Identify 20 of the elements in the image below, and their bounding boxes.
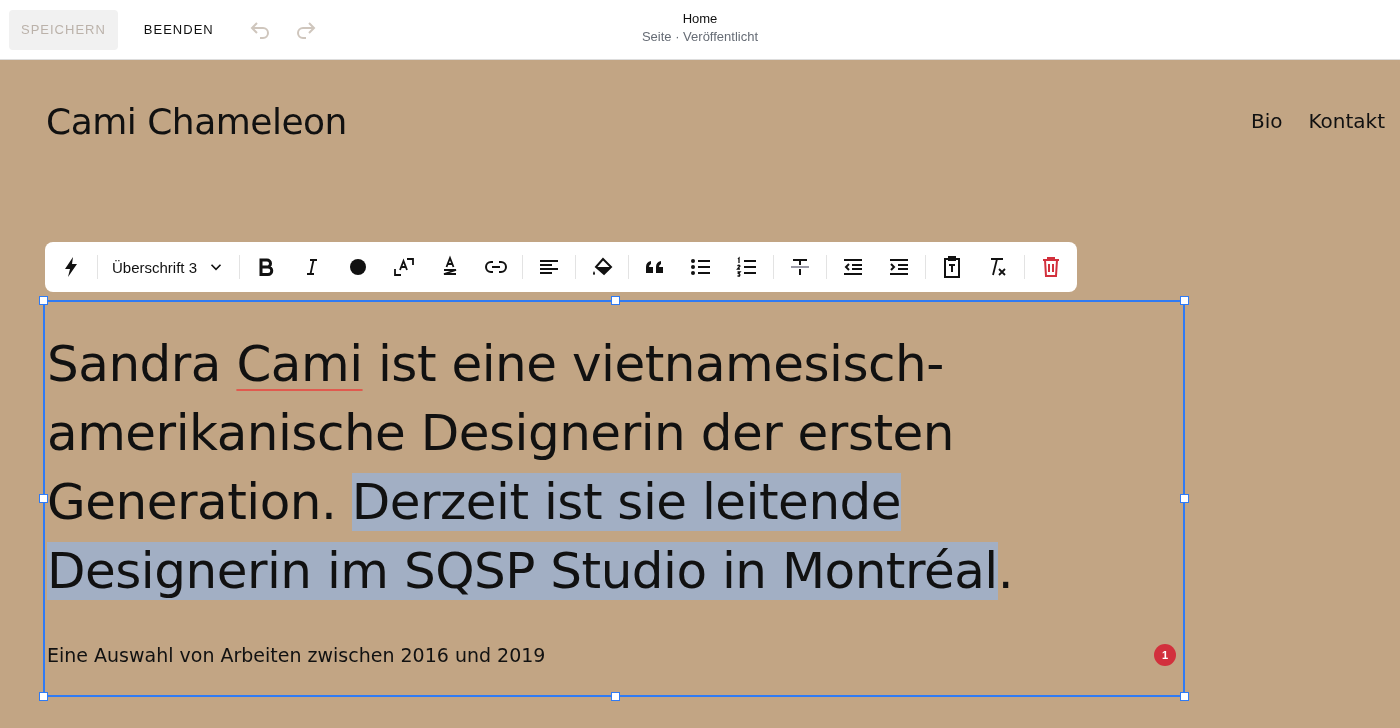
- page-title: Home: [682, 11, 718, 26]
- site-title[interactable]: Cami Chameleon: [46, 100, 347, 142]
- heading-text: Sandra Cami ist eine vietnamesisch-amerikanische Designerin der ersten Generation. Derzeit ist sie leitende Designerin im SQSP Studio in Montréal.: [47, 334, 1015, 602]
- nav-link[interactable]: Kontakt: [1308, 109, 1385, 133]
- exit-button[interactable]: BEENDEN: [131, 9, 226, 50]
- resize-handle[interactable]: [39, 692, 48, 701]
- caption-text: Eine Auswahl von Arbeiten zwischen 2016 und 2019: [47, 644, 546, 666]
- resize-handle[interactable]: [1180, 494, 1189, 503]
- text-size-icon[interactable]: [392, 255, 416, 279]
- style-dropdown[interactable]: Überschrift 3: [112, 258, 225, 276]
- resize-handle[interactable]: [39, 296, 48, 305]
- resize-handle[interactable]: [1180, 296, 1189, 305]
- numbered-list-icon[interactable]: [735, 255, 759, 279]
- notification-badge: 1: [1154, 644, 1176, 666]
- resize-handle[interactable]: [611, 692, 620, 701]
- page-status: Seite · Veröffentlicht: [641, 29, 759, 44]
- resize-handle[interactable]: [611, 296, 620, 305]
- nav-link[interactable]: Bio: [1250, 109, 1283, 133]
- resize-handle[interactable]: [39, 494, 48, 503]
- resize-handle[interactable]: [1180, 692, 1189, 701]
